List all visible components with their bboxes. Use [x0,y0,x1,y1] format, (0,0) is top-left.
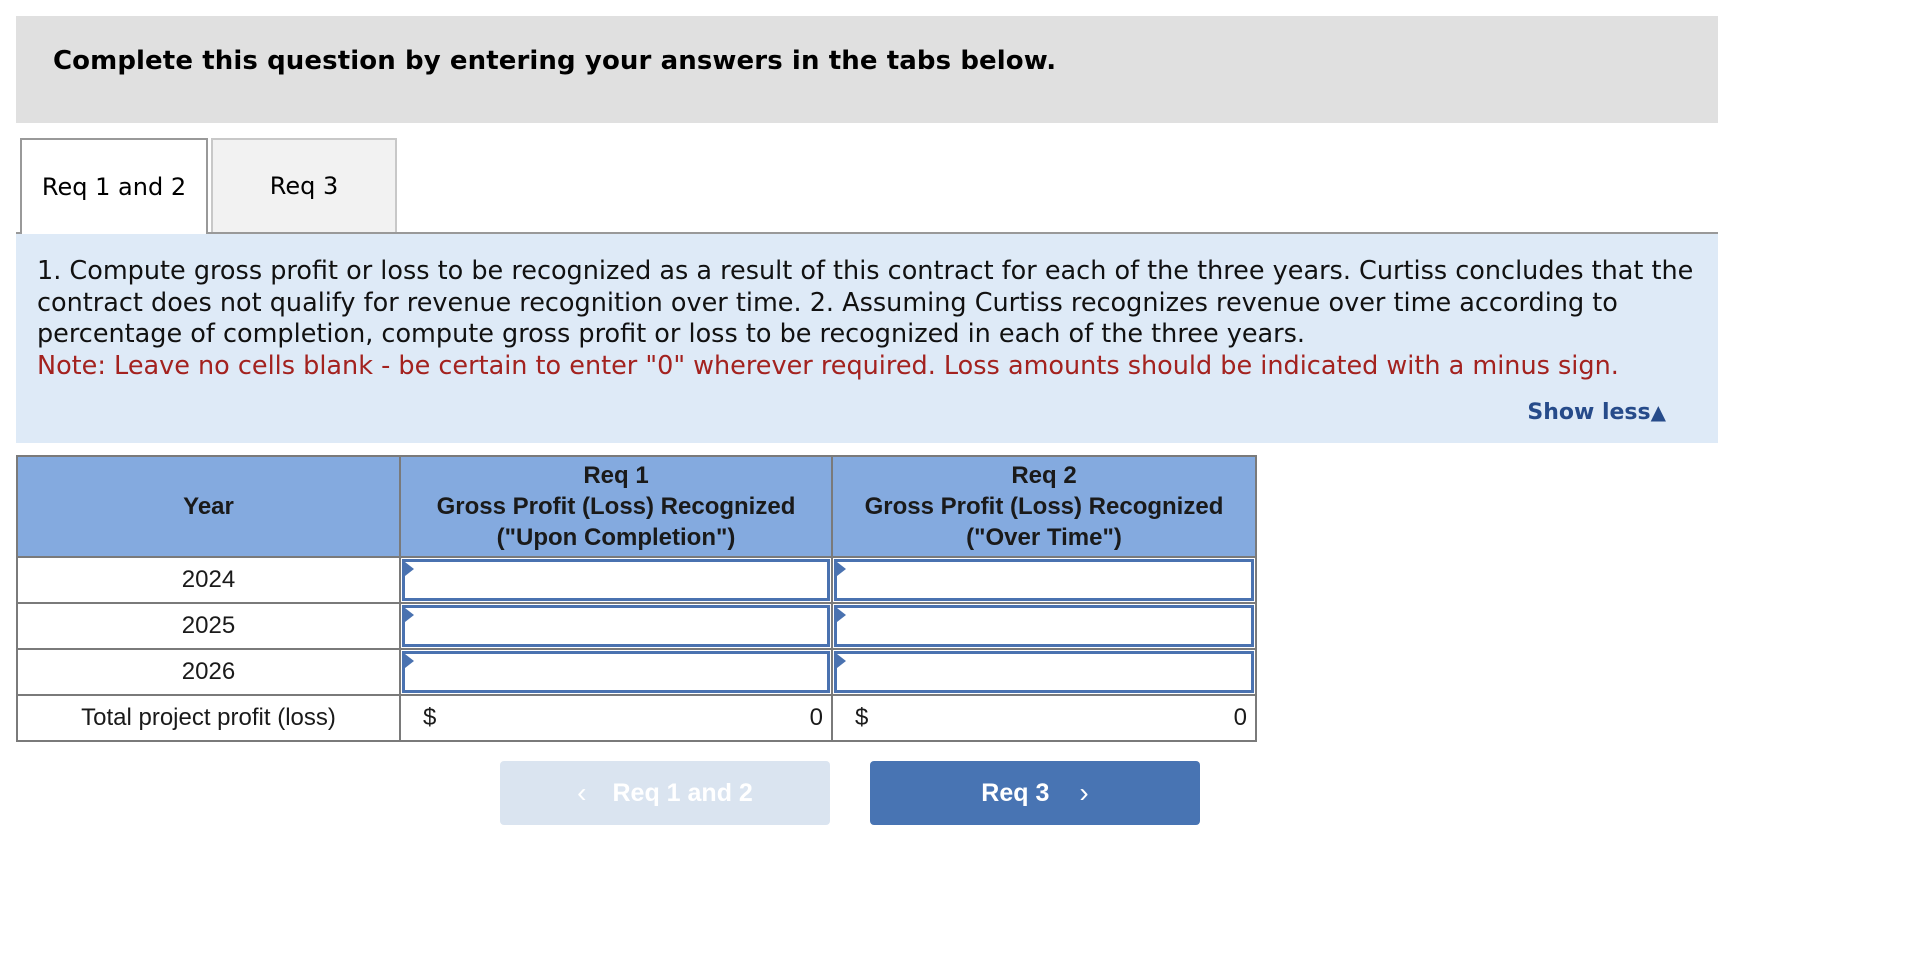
total-label: Total project profit (loss) [16,694,401,742]
req1-header: Req 1 Gross Profit (Loss) Recognized ("U… [399,455,833,558]
table-row: 2025 [16,602,1257,650]
instructions-panel: 1. Compute gross profit or loss to be re… [16,234,1718,443]
tab-label: Req 3 [269,172,339,200]
req1-input-2025[interactable] [405,608,827,644]
req2-cell [831,602,1257,650]
header-row: Year Req 1 Gross Profit (Loss) Recognize… [16,455,1257,558]
req1-input-2026[interactable] [405,654,827,690]
req1-total-value: 0 [809,704,823,731]
input-flag-icon [837,608,846,622]
req2-input-2025[interactable] [837,608,1251,644]
show-less-button[interactable]: Show less▲ [1527,400,1666,425]
next-req-button[interactable]: Req 3 › [870,761,1200,825]
table-row: 2026 [16,648,1257,696]
req1-total-cell: $ 0 [399,694,833,742]
req2-header-line3: ("Over Time") [966,524,1122,551]
req2-cell [831,648,1257,696]
prev-req-button[interactable]: ‹ Req 1 and 2 [500,761,830,825]
table-row: 2024 [16,556,1257,604]
question-text: 1. Compute gross profit or loss to be re… [37,256,1694,349]
req2-input-2026[interactable] [837,654,1251,690]
req2-header: Req 2 Gross Profit (Loss) Recognized ("O… [831,455,1257,558]
year-cell: 2024 [16,556,401,604]
req2-total-cell: $ 0 [831,694,1257,742]
req2-total-value: 0 [1233,704,1247,731]
input-flag-icon [837,654,846,668]
triangle-up-icon: ▲ [1650,400,1666,424]
req1-header-line1: Req 1 [583,462,649,489]
req2-cell [831,556,1257,604]
answer-table: Year Req 1 Gross Profit (Loss) Recognize… [16,455,1257,742]
input-flag-icon [837,562,846,576]
year-header: Year [16,455,401,558]
req2-header-line1: Req 2 [1011,462,1077,489]
req1-cell [399,556,833,604]
tab-req-3[interactable]: Req 3 [211,138,397,232]
note-text: Note: Leave no cells blank - be certain … [37,350,1619,381]
next-button-label: Req 3 [981,778,1050,807]
input-flag-icon [405,562,414,576]
tab-label: Req 1 and 2 [41,173,187,201]
req2-header-line2: Gross Profit (Loss) Recognized [864,493,1224,520]
currency-symbol: $ [855,704,869,731]
req1-input-2024[interactable] [405,562,827,598]
total-row: Total project profit (loss) $ 0 $ 0 [16,694,1257,742]
req2-input-2024[interactable] [837,562,1251,598]
req1-header-line3: ("Upon Completion") [496,524,736,551]
show-less-label: Show less [1527,400,1651,425]
req1-cell [399,648,833,696]
instructions-text: 1. Compute gross profit or loss to be re… [37,256,1717,382]
year-cell: 2026 [16,648,401,696]
instruction-banner: Complete this question by entering your … [16,16,1718,123]
chevron-left-icon: ‹ [577,777,587,808]
input-flag-icon [405,654,414,668]
req1-cell [399,602,833,650]
chevron-right-icon: › [1079,777,1089,808]
year-cell: 2025 [16,602,401,650]
tab-req-1-and-2[interactable]: Req 1 and 2 [20,138,208,234]
tab-divider [16,232,1718,234]
prev-button-label: Req 1 and 2 [612,778,753,807]
input-flag-icon [405,608,414,622]
year-header-label: Year [183,493,234,520]
currency-symbol: $ [423,704,437,731]
req1-header-line2: Gross Profit (Loss) Recognized [436,493,796,520]
banner-title: Complete this question by entering your … [53,46,1057,76]
